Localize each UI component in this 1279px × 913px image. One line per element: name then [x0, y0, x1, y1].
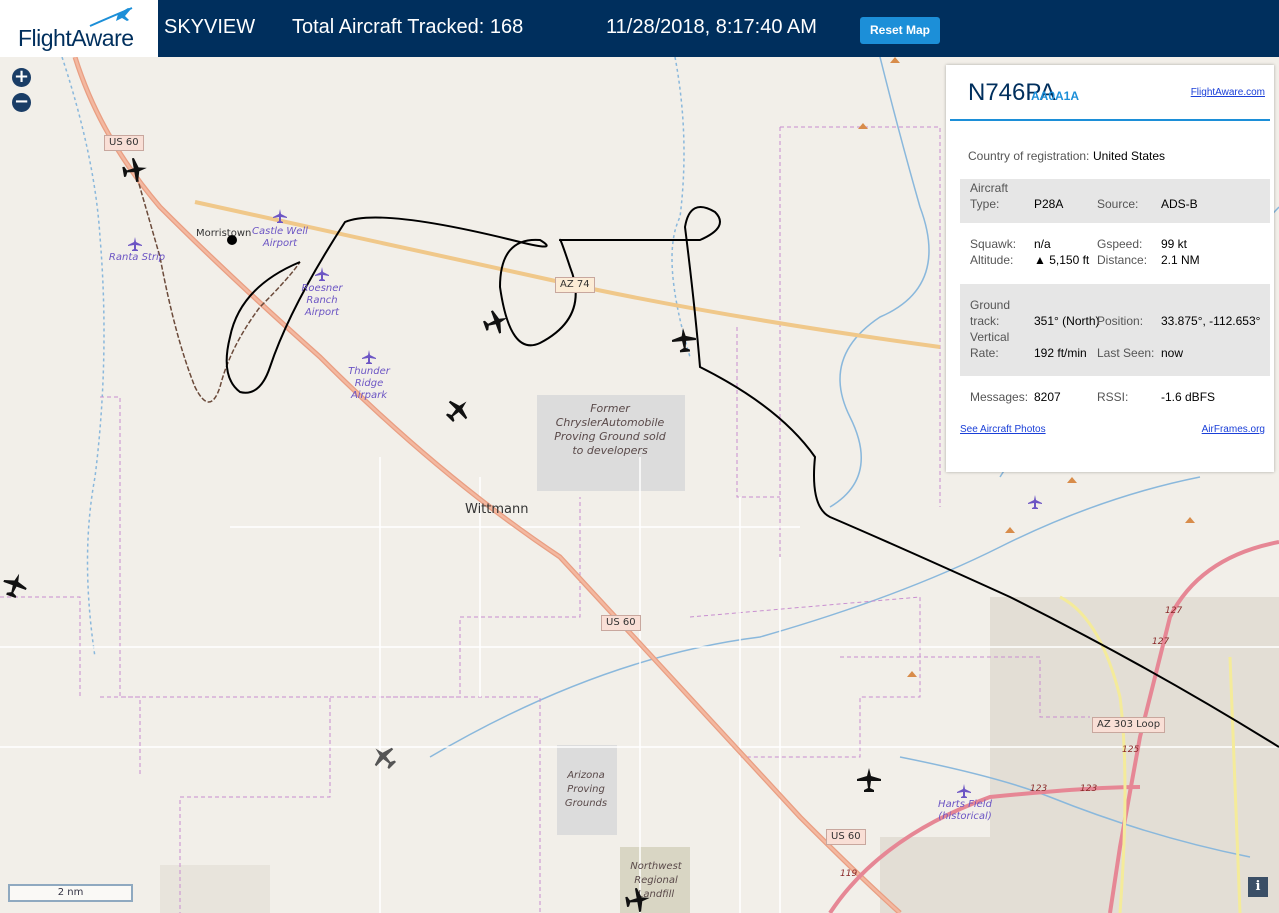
map-canvas[interactable]: Morristown Wittmann Castle Well Airport … — [0, 57, 1279, 913]
airport-icon[interactable] — [315, 267, 329, 281]
mile-marker: 119 — [840, 869, 858, 879]
airport-icon[interactable] — [273, 209, 287, 223]
altitude-value: ▲ 5,150 ft — [1034, 253, 1090, 267]
altitude-label: Altitude: — [970, 253, 1014, 267]
aircraft-detail-panel: N746PA AA0A1A FlightAware.com Country of… — [946, 65, 1274, 472]
distance-value: 2.1 NM — [1161, 253, 1200, 267]
zoom-out-button[interactable]: − — [12, 93, 31, 112]
aircraft-icon[interactable] — [856, 767, 882, 793]
airframes-link[interactable]: AirFrames.org — [1202, 424, 1265, 435]
mile-marker: 123 — [1080, 784, 1098, 794]
vertical-rate-value: 192 ft/min — [1034, 346, 1087, 360]
aircraft-type-value: P28A — [1034, 197, 1064, 211]
current-datetime: 11/28/2018, 8:17:40 AM — [606, 16, 817, 38]
position-value: 33.875°, -112.653° — [1161, 314, 1261, 328]
flightaware-link[interactable]: FlightAware.com — [1191, 87, 1265, 98]
mile-marker: 125 — [1122, 745, 1140, 755]
info-button[interactable]: i — [1248, 877, 1268, 897]
ground-track-value: 351° (North) — [1034, 314, 1100, 328]
selected-aircraft-icon[interactable] — [670, 326, 698, 354]
aircraft-type-row: Aircraft Type: P28A Source: ADS-B — [960, 179, 1270, 223]
squawk-altitude-row: Squawk: n/a Gspeed: 99 kt Altitude: ▲ 5,… — [960, 237, 1270, 273]
track-position-row: Ground track: 351° (North) Position: 33.… — [960, 284, 1270, 376]
source-label: Source: — [1097, 197, 1139, 211]
logo-text: FlightAware — [18, 25, 134, 51]
road-shield-az74: AZ 74 — [555, 277, 595, 293]
aircraft-photos-link[interactable]: See Aircraft Photos — [960, 424, 1046, 435]
road-shield-us60: US 60 — [601, 615, 641, 631]
airport-castle-well: Castle Well Airport — [252, 226, 308, 249]
aircraft-type-label: Type: — [970, 197, 1000, 211]
top-header: FlightAware SKYVIEW Total Aircraft Track… — [0, 0, 1279, 57]
area-chrysler-proving-ground: Former ChryslerAutomobile Proving Ground… — [554, 402, 666, 457]
airport-icon[interactable] — [957, 784, 971, 798]
total-aircraft-count: Total Aircraft Tracked: 168 — [292, 16, 524, 38]
aircraft-icon[interactable] — [120, 155, 150, 185]
airport-harts-field: Harts Field (historical) — [938, 799, 992, 822]
mile-marker: 123 — [1030, 784, 1048, 794]
ground-track-label: track: — [970, 314, 1000, 328]
gspeed-value: 99 kt — [1161, 237, 1188, 251]
squawk-value: n/a — [1034, 237, 1051, 251]
airport-thunder-ridge: Thunder Ridge Airpark — [348, 366, 390, 401]
airport-roesner-ranch: Roesner Ranch Airport — [301, 283, 343, 318]
mile-marker: 127 — [1165, 606, 1183, 616]
vertical-rate-label: Vertical — [970, 330, 1010, 344]
country-label: Country of registration: — [968, 149, 1090, 163]
area-arizona-proving-grounds: Arizona Proving Grounds — [564, 770, 608, 809]
rssi-label: RSSI: — [1097, 390, 1129, 404]
position-label: Position: — [1097, 314, 1144, 328]
panel-divider — [950, 119, 1270, 121]
ground-track-label: Ground — [970, 298, 1011, 312]
town-morristown: Morristown — [196, 228, 252, 239]
rssi-value: -1.6 dBFS — [1161, 390, 1216, 404]
road-shield-us60: US 60 — [104, 135, 144, 151]
country-row: Country of registration: United States — [968, 149, 1278, 167]
aircraft-hex-code[interactable]: AA0A1A — [1031, 89, 1079, 103]
messages-row: Messages: 8207 RSSI: -1.6 dBFS — [960, 390, 1270, 408]
messages-value: 8207 — [1034, 390, 1061, 404]
zoom-in-button[interactable]: + — [12, 68, 31, 87]
messages-label: Messages: — [970, 390, 1029, 404]
reset-map-button[interactable]: Reset Map — [860, 17, 940, 44]
flightaware-logo[interactable]: FlightAware — [0, 0, 158, 57]
vertical-rate-label: Rate: — [970, 346, 999, 360]
skyview-title: SKYVIEW — [164, 16, 256, 38]
gspeed-label: Gspeed: — [1097, 237, 1143, 251]
aircraft-icon[interactable] — [623, 885, 653, 913]
map-scale-bar: 2 nm — [8, 884, 133, 902]
mile-marker: 127 — [1152, 637, 1170, 647]
town-wittmann: Wittmann — [465, 502, 529, 517]
source-value: ADS-B — [1161, 197, 1198, 211]
distance-label: Distance: — [1097, 253, 1148, 267]
airport-icon[interactable] — [362, 350, 376, 364]
road-shield-az303: AZ 303 Loop — [1092, 717, 1166, 733]
airport-ranta-strip: Ranta Strip — [108, 252, 166, 263]
road-shield-us60: US 60 — [826, 829, 866, 845]
airport-icon[interactable] — [128, 237, 142, 251]
airport-icon[interactable] — [1028, 495, 1042, 509]
country-value: United States — [1093, 149, 1166, 163]
last-seen-label: Last Seen: — [1097, 346, 1155, 360]
squawk-label: Squawk: — [970, 237, 1017, 251]
aircraft-type-label: Aircraft — [970, 181, 1009, 195]
last-seen-value: now — [1161, 346, 1184, 360]
